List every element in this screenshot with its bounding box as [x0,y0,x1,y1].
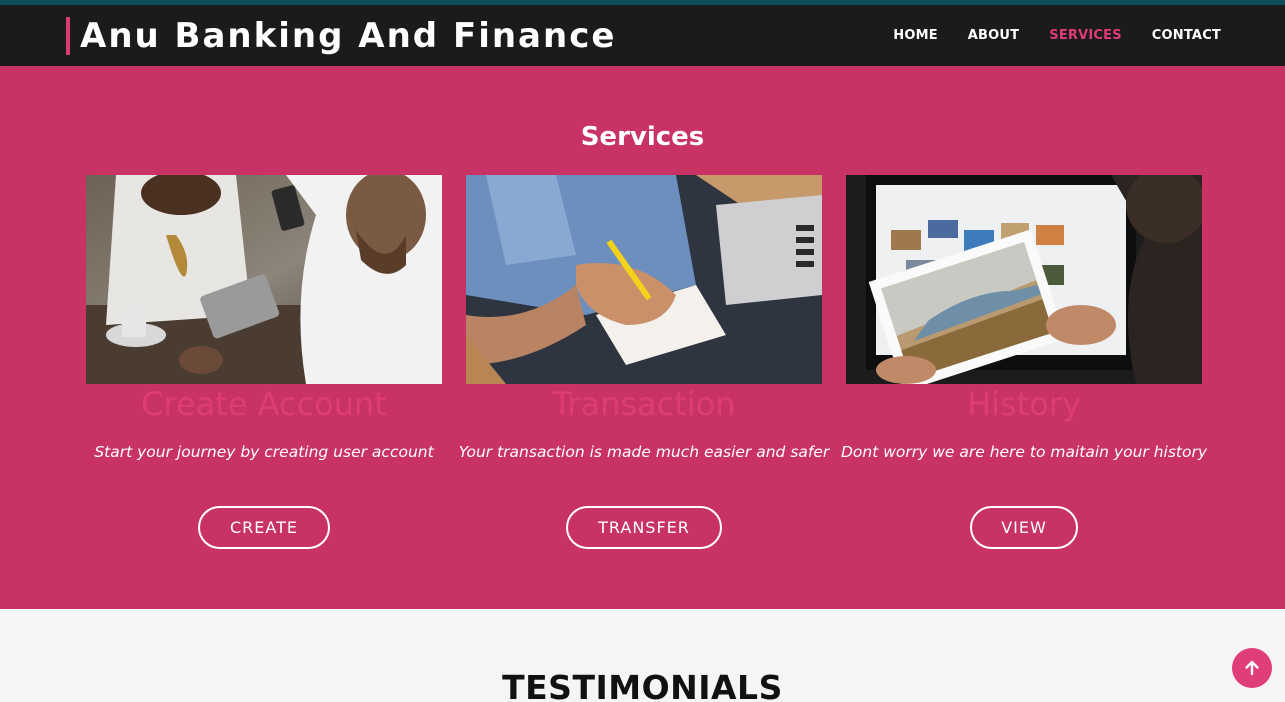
scroll-to-top-button[interactable] [1232,648,1272,688]
person-holding-photo-print-photo [846,175,1202,384]
nav-about[interactable]: ABOUT [968,28,1019,43]
nav-home[interactable]: HOME [893,28,938,43]
service-title-history: History [967,385,1081,423]
view-button[interactable]: VIEW [970,506,1078,549]
service-title-transaction: Transaction [552,385,736,423]
main-nav: HOME ABOUT SERVICES CONTACT [893,5,1221,66]
service-description-create-account: Start your journey by creating user acco… [94,443,434,461]
create-button[interactable]: CREATE [198,506,330,549]
navbar: Anu Banking And Finance HOME ABOUT SERVI… [0,5,1285,66]
arrow-up-icon [1245,660,1259,676]
people-with-phone-and-tablet-photo [86,175,442,384]
testimonials-title: TESTIMONIALS [502,668,783,702]
nav-services[interactable]: SERVICES [1049,28,1122,43]
brand-accent-bar [66,17,70,55]
service-card-history: History Dont worry we are here to maitai… [841,175,1207,549]
brand-title[interactable]: Anu Banking And Finance [80,15,616,57]
service-description-transaction: Your transaction is made much easier and… [458,443,830,461]
transfer-button[interactable]: TRANSFER [566,506,722,549]
services-title: Services [580,122,705,152]
services-section: Services Create Account Start your journ… [0,66,1285,609]
service-title-create-account: Create Account [141,385,387,423]
service-card-create-account: Create Account Start your journey by cre… [86,175,442,549]
nav-contact[interactable]: CONTACT [1152,28,1221,43]
service-card-transaction: Transaction Your transaction is made muc… [459,175,829,549]
service-description-history: Dont worry we are here to maitain your h… [840,443,1208,461]
person-writing-cheque-photo [466,175,822,384]
